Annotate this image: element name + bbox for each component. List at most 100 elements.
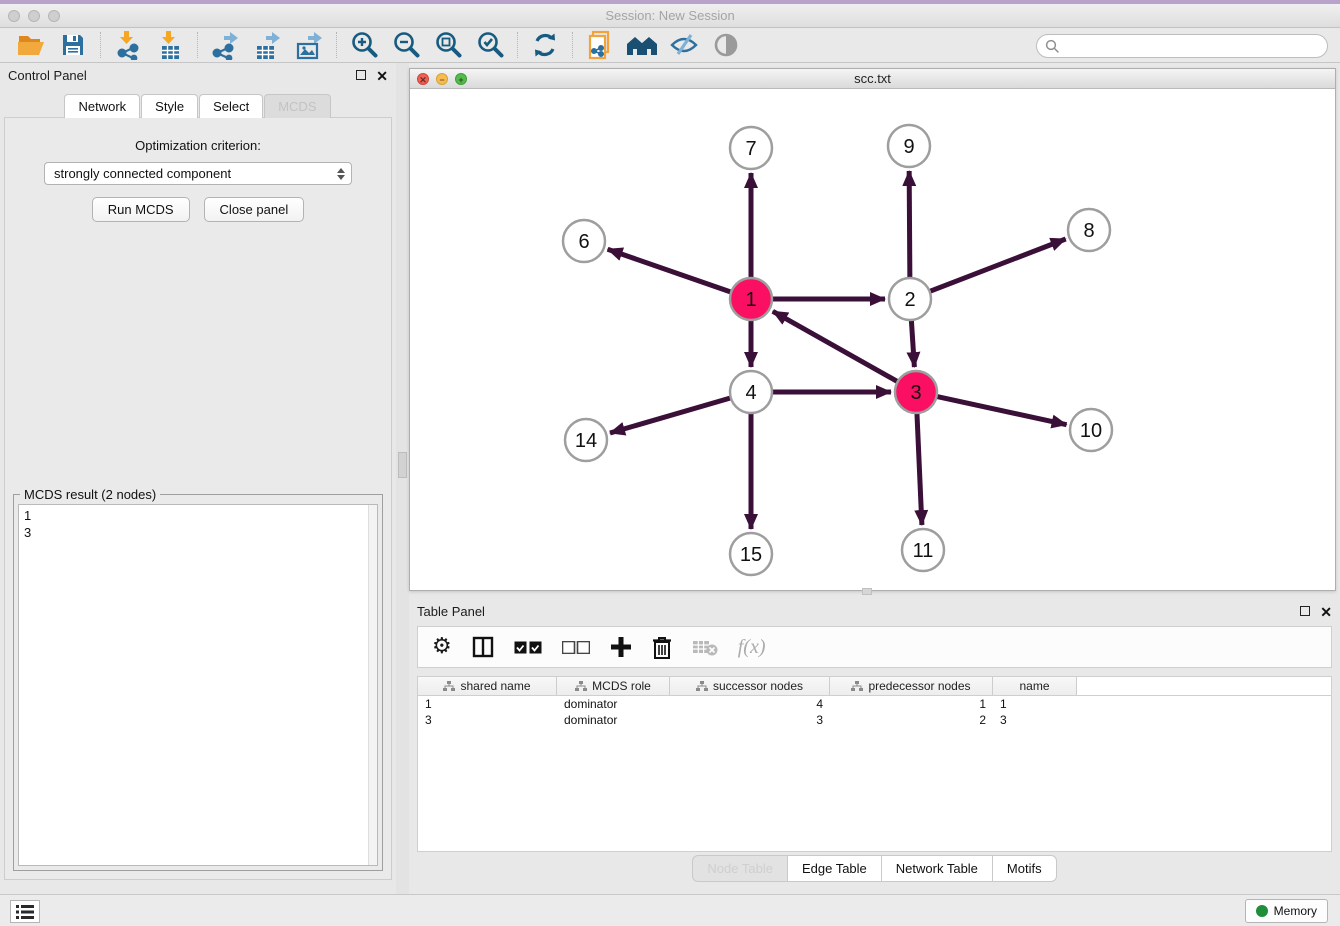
column-header-name[interactable]: name [993, 677, 1077, 695]
refresh-icon [531, 31, 559, 59]
graph-edge-2-3[interactable] [911, 320, 914, 367]
graph-node-label-6: 6 [578, 231, 589, 253]
zoom-selected-button[interactable] [469, 30, 511, 60]
node-table: shared name MCDS role successor nodes pr… [417, 676, 1332, 852]
run-mcds-button[interactable]: Run MCDS [92, 197, 190, 222]
cell-successor-nodes[interactable]: 3 [670, 712, 830, 728]
export-table-button[interactable] [246, 30, 288, 60]
open-session-button[interactable] [10, 30, 52, 60]
tab-select[interactable]: Select [199, 94, 263, 118]
memory-button[interactable]: Memory [1245, 899, 1328, 923]
float-panel-button[interactable] [356, 70, 366, 82]
graph-node-label-7: 7 [745, 138, 756, 160]
graph-edge-3-10[interactable] [937, 396, 1067, 424]
column-header-predecessor-nodes[interactable]: predecessor nodes [830, 677, 993, 695]
column-header-successor-nodes[interactable]: successor nodes [670, 677, 830, 695]
network-overview-button[interactable] [579, 30, 621, 60]
function-builder-button-disabled: f(x) [738, 636, 766, 659]
zoom-out-button[interactable] [385, 30, 427, 60]
cell-name[interactable]: 3 [993, 712, 1077, 728]
tab-node-table[interactable]: Node Table [692, 855, 788, 882]
column-header-shared-name[interactable]: shared name [418, 677, 557, 695]
import-network-button[interactable] [107, 30, 149, 60]
app-titlebar: Session: New Session [0, 4, 1340, 28]
table-row[interactable]: 1 dominator 4 1 1 [418, 696, 1331, 712]
network-graph[interactable]: 7968124314101511 [410, 90, 1335, 591]
horizontal-splitter-grip[interactable] [862, 588, 872, 595]
deselect-all-rows-button[interactable] [562, 641, 590, 654]
tab-style[interactable]: Style [141, 94, 198, 118]
column-visibility-button[interactable] [472, 636, 494, 658]
table-header-row: shared name MCDS role successor nodes pr… [418, 677, 1331, 696]
cell-predecessor-nodes[interactable]: 2 [830, 712, 993, 728]
home-button[interactable] [621, 30, 663, 60]
toolbar-separator [336, 32, 337, 58]
column-type-icon [696, 681, 708, 692]
graph-edge-3-1[interactable] [773, 311, 898, 381]
eye-disabled-icon [713, 32, 739, 58]
tab-edge-table[interactable]: Edge Table [788, 855, 882, 882]
cell-name[interactable]: 1 [993, 696, 1077, 712]
graph-node-label-8: 8 [1083, 220, 1094, 242]
hide-elements-button[interactable] [663, 30, 705, 60]
cell-mcds-role[interactable]: dominator [557, 696, 670, 712]
search-input[interactable] [1064, 39, 1327, 54]
zoom-fit-button[interactable] [427, 30, 469, 60]
save-icon [61, 33, 85, 57]
graph-edge-2-8[interactable] [930, 239, 1066, 291]
open-folder-icon [17, 33, 45, 57]
cell-predecessor-nodes[interactable]: 1 [830, 696, 993, 712]
graph-node-label-14: 14 [575, 430, 597, 452]
cell-successor-nodes[interactable]: 4 [670, 696, 830, 712]
result-scrollbar[interactable] [368, 505, 377, 865]
add-column-button[interactable] [610, 636, 632, 658]
cell-shared-name[interactable]: 3 [418, 712, 557, 728]
criterion-selected-value: strongly connected component [54, 166, 337, 181]
select-all-rows-button[interactable] [514, 641, 542, 654]
mcds-result-list[interactable]: 1 3 [18, 504, 378, 866]
tab-mcds[interactable]: MCDS [264, 94, 330, 118]
import-table-icon [155, 30, 185, 60]
graph-node-label-2: 2 [904, 289, 915, 311]
export-network-button[interactable] [204, 30, 246, 60]
criterion-select[interactable]: strongly connected component [44, 162, 352, 185]
mcds-result-group: MCDS result (2 nodes) 1 3 [13, 494, 383, 871]
zoom-in-button[interactable] [343, 30, 385, 60]
mcds-panel-body: Optimization criterion: strongly connect… [4, 117, 392, 880]
column-type-icon [851, 681, 863, 692]
close-panel-button[interactable]: Close panel [204, 197, 305, 222]
table-row[interactable]: 3 dominator 3 2 3 [418, 712, 1331, 728]
search-field[interactable] [1036, 34, 1328, 58]
tab-motifs[interactable]: Motifs [993, 855, 1057, 882]
close-panel-icon[interactable]: ✕ [376, 70, 388, 82]
toolbar-separator [197, 32, 198, 58]
memory-label: Memory [1274, 904, 1317, 918]
graph-edge-1-6[interactable] [608, 249, 732, 292]
refresh-layout-button[interactable] [524, 30, 566, 60]
graph-node-label-4: 4 [745, 382, 756, 404]
close-table-panel-icon[interactable]: ✕ [1320, 606, 1332, 618]
optimization-criterion-label: Optimization criterion: [5, 138, 391, 153]
vertical-splitter[interactable] [396, 63, 409, 894]
table-settings-button[interactable]: ⚙ [432, 636, 452, 658]
graph-edge-4-14[interactable] [610, 398, 731, 433]
select-stepper-icon [337, 168, 345, 180]
tab-network-table[interactable]: Network Table [882, 855, 993, 882]
cell-mcds-role[interactable]: dominator [557, 712, 670, 728]
save-session-button[interactable] [52, 30, 94, 60]
import-table-button[interactable] [149, 30, 191, 60]
delete-column-button[interactable] [652, 636, 672, 659]
task-history-button[interactable] [10, 900, 40, 923]
tab-network[interactable]: Network [64, 94, 140, 118]
splitter-grip[interactable] [398, 452, 407, 478]
control-panel-tabs: Network Style Select MCDS [0, 94, 396, 118]
float-table-panel-button[interactable] [1300, 606, 1310, 618]
control-panel-header: Control Panel ✕ [0, 63, 396, 88]
graph-edge-2-9[interactable] [909, 171, 910, 278]
cell-shared-name[interactable]: 1 [418, 696, 557, 712]
column-header-mcds-role[interactable]: MCDS role [557, 677, 670, 695]
table-panel-title: Table Panel [417, 604, 1290, 619]
export-image-button[interactable] [288, 30, 330, 60]
graph-edge-3-11[interactable] [917, 413, 922, 525]
network-canvas[interactable]: 7968124314101511 [410, 90, 1335, 590]
